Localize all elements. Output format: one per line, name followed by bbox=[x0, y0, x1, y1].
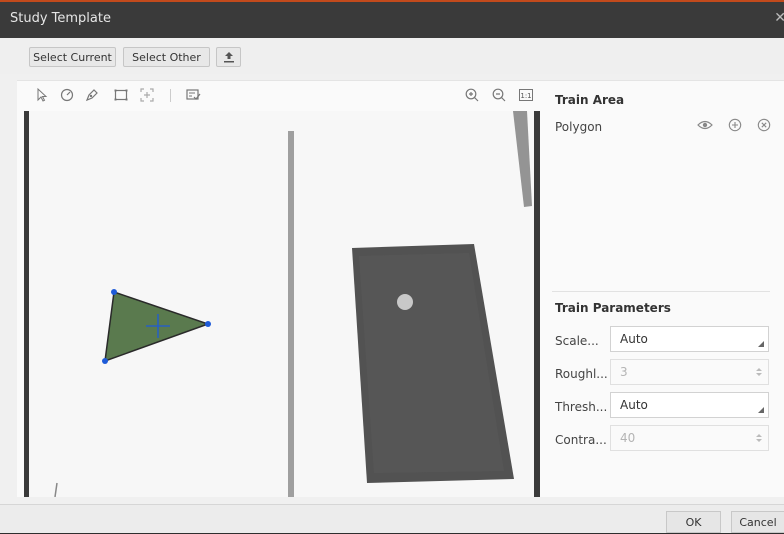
part-hole bbox=[397, 294, 413, 310]
contrast-spinner[interactable]: 40 bbox=[610, 425, 769, 451]
polygon-vertex-handle[interactable] bbox=[102, 358, 108, 364]
seam-line bbox=[288, 131, 294, 497]
cancel-button[interactable]: Cancel bbox=[731, 511, 784, 533]
toolbar-divider bbox=[170, 89, 171, 102]
scale-value: Auto bbox=[620, 332, 648, 346]
roughness-label: Roughl... bbox=[555, 367, 608, 381]
train-area-item-label: Polygon bbox=[555, 120, 603, 134]
spinner-arrows-icon[interactable] bbox=[756, 367, 762, 377]
ok-button[interactable]: OK bbox=[666, 511, 721, 533]
remove-circle-icon[interactable] bbox=[757, 118, 771, 132]
train-area-heading: Train Area bbox=[555, 93, 625, 107]
study-template-dialog: Study Template ✕ Select Current Select O… bbox=[0, 0, 784, 533]
study-panel: 1:1 Train Area Polygon Train Parameters … bbox=[17, 80, 784, 497]
roughness-spinner[interactable]: 3 bbox=[610, 359, 769, 385]
svg-text:1:1: 1:1 bbox=[520, 92, 531, 100]
polygon-vertex-handle[interactable] bbox=[205, 321, 211, 327]
train-check-icon[interactable] bbox=[185, 87, 201, 103]
contrast-value: 40 bbox=[620, 431, 636, 445]
title-bar: Study Template ✕ bbox=[0, 0, 784, 38]
top-toolbar: Select Current Select Other bbox=[0, 38, 784, 74]
dropdown-corner-icon bbox=[758, 407, 764, 413]
roughness-value: 3 bbox=[620, 365, 628, 379]
image-viewport[interactable] bbox=[24, 111, 540, 497]
select-other-button[interactable]: Select Other bbox=[123, 47, 210, 67]
train-parameters-heading: Train Parameters bbox=[555, 301, 671, 315]
dialog-footer: OK Cancel bbox=[0, 504, 784, 533]
pointer-icon[interactable] bbox=[34, 87, 50, 103]
rectangle-tool-icon[interactable] bbox=[113, 87, 129, 103]
image-right-edge bbox=[534, 111, 540, 497]
pen-tool-icon[interactable] bbox=[84, 87, 100, 103]
window-title: Study Template bbox=[10, 11, 111, 26]
dropdown-corner-icon bbox=[758, 341, 764, 347]
scale-dropdown[interactable]: Auto bbox=[610, 326, 769, 352]
image-toolbar: 1:1 bbox=[17, 81, 544, 109]
upload-icon bbox=[223, 52, 234, 63]
close-icon[interactable]: ✕ bbox=[774, 10, 784, 26]
eye-icon[interactable] bbox=[697, 118, 713, 132]
zoom-out-icon[interactable] bbox=[491, 87, 507, 103]
threshold-dropdown[interactable]: Auto bbox=[610, 392, 769, 418]
select-current-button[interactable]: Select Current bbox=[29, 47, 116, 67]
polygon-vertex-handle[interactable] bbox=[111, 289, 117, 295]
scale-label: Scale... bbox=[555, 334, 599, 348]
image-left-edge bbox=[24, 111, 29, 497]
export-button[interactable] bbox=[216, 47, 241, 67]
add-circle-icon[interactable] bbox=[728, 118, 742, 132]
actual-size-icon[interactable]: 1:1 bbox=[518, 87, 534, 103]
fit-selection-icon[interactable] bbox=[139, 87, 155, 103]
threshold-value: Auto bbox=[620, 398, 648, 412]
contrast-label: Contra... bbox=[555, 433, 607, 447]
circle-tool-icon[interactable] bbox=[59, 87, 75, 103]
zoom-in-icon[interactable] bbox=[464, 87, 480, 103]
camera-image bbox=[24, 111, 540, 497]
threshold-label: Thresh... bbox=[555, 400, 608, 414]
spinner-arrows-icon[interactable] bbox=[756, 433, 762, 443]
section-divider bbox=[552, 291, 770, 292]
properties-pane: Train Area Polygon Train Parameters Scal… bbox=[544, 81, 784, 497]
